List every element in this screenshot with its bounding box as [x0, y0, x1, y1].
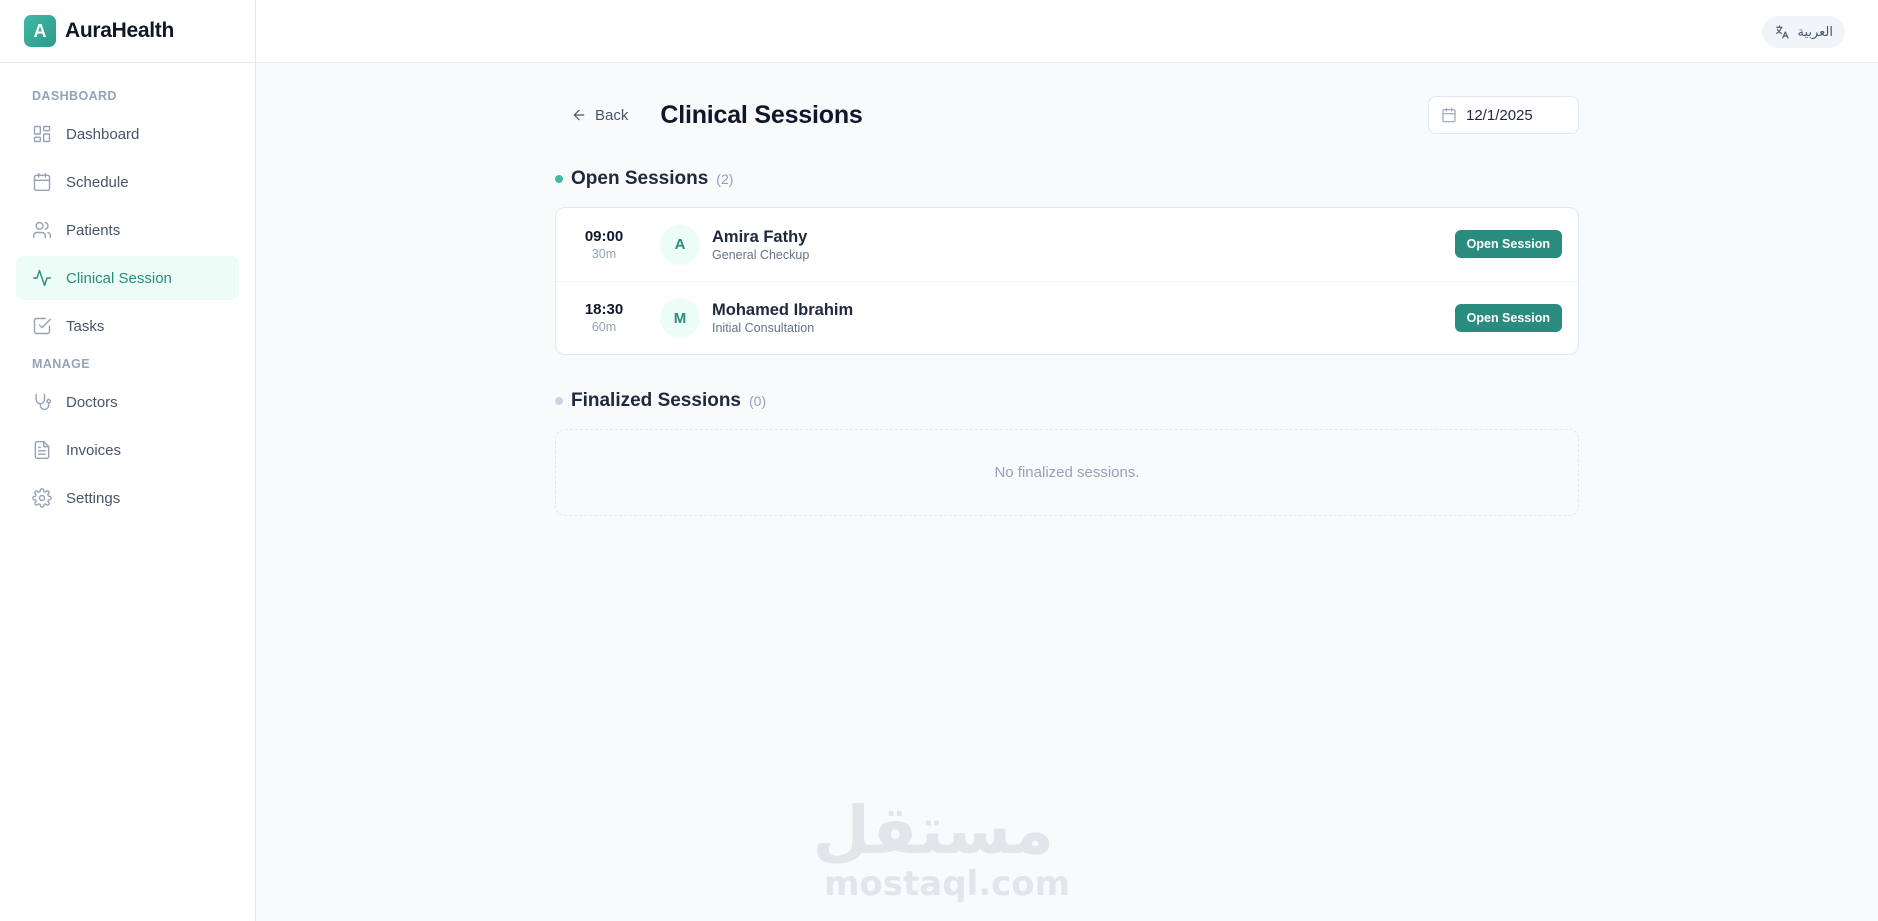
calendar-icon — [1442, 107, 1456, 123]
date-picker[interactable]: 12/1/2025 — [1428, 96, 1579, 134]
patient-name: Amira Fathy — [712, 227, 808, 246]
sidebar: A AuraHealth DASHBOARD Dashboard Schedul… — [0, 0, 256, 921]
session-time: 09:00 30m — [556, 228, 652, 262]
sidebar-item-dashboard[interactable]: Dashboard — [16, 112, 239, 156]
translate-icon — [1776, 25, 1790, 39]
stethoscope-icon — [35, 393, 52, 411]
date-value: 12/1/2025 — [1466, 106, 1533, 124]
sidebar-item-label: Doctors — [66, 393, 118, 411]
sidebar-item-label: Patients — [66, 221, 121, 239]
brand-logo: A — [24, 15, 56, 47]
time: 09:00 — [584, 227, 624, 245]
status-dot — [555, 175, 563, 183]
session-row: 09:00 30m A Amira Fathy General Checkup … — [556, 208, 1578, 281]
section-count: (0) — [749, 393, 767, 409]
checkbox-icon — [33, 317, 52, 335]
open-session-button[interactable]: Open Session — [1454, 304, 1562, 332]
duration: 30m — [591, 246, 617, 261]
watermark-latin: mostaql.com — [824, 864, 1071, 904]
language-toggle-button[interactable]: العربية — [1762, 16, 1845, 48]
arrow-left-icon — [573, 109, 585, 121]
patient-info: Mohamed Ibrahim Initial Consultation — [712, 300, 853, 336]
session-type: General Checkup — [712, 247, 810, 262]
section-title: Finalized Sessions — [571, 390, 741, 411]
sidebar-item-tasks[interactable]: Tasks — [16, 304, 239, 348]
page-title: Clinical Sessions — [660, 100, 863, 129]
patient-info: Amira Fathy General Checkup — [712, 227, 809, 263]
avatar: A — [660, 224, 700, 265]
avatar: M — [660, 298, 700, 338]
language-label: العربية — [1797, 24, 1833, 39]
sidebar-item-clinical-session[interactable]: Clinical Session — [16, 256, 239, 300]
sidebar-item-label: Schedule — [66, 173, 129, 191]
back-button[interactable]: Back — [571, 107, 628, 124]
sidebar-item-label: Clinical Session — [66, 269, 172, 287]
brand[interactable]: A AuraHealth — [0, 0, 255, 63]
empty-message: No finalized sessions. — [994, 464, 1140, 481]
sidebar-item-label: Dashboard — [66, 125, 140, 143]
sidebar-item-label: Invoices — [66, 441, 122, 459]
open-sessions-header: Open Sessions (2) — [555, 167, 1579, 191]
session-type: Initial Consultation — [712, 321, 815, 335]
file-text-icon — [34, 440, 50, 460]
sidebar-item-schedule[interactable]: Schedule — [16, 160, 239, 204]
nav-section-manage: MANAGE — [32, 357, 90, 371]
finalized-sessions-header: Finalized Sessions (0) — [555, 389, 1579, 413]
duration: 60m — [591, 320, 617, 334]
nav-section-dashboard: DASHBOARD — [32, 89, 117, 103]
users-icon — [32, 221, 52, 239]
activity-icon — [32, 269, 52, 287]
session-row: 18:30 60m M Mohamed Ibrahim Initial Cons… — [556, 281, 1578, 354]
sidebar-item-label: Tasks — [66, 317, 105, 335]
sidebar-item-doctors[interactable]: Doctors — [16, 380, 239, 424]
finalized-empty-state: No finalized sessions. — [555, 429, 1579, 516]
dashboard-icon — [33, 125, 51, 143]
sidebar-item-label: Settings — [66, 489, 121, 507]
status-dot — [555, 397, 563, 405]
open-session-button[interactable]: Open Session — [1454, 230, 1562, 258]
topbar: العربية — [256, 0, 1878, 63]
session-time: 18:30 60m — [556, 301, 652, 335]
patient-name: Mohamed Ibrahim — [712, 301, 854, 319]
open-sessions-list: 09:00 30m A Amira Fathy General Checkup … — [555, 207, 1579, 355]
calendar-icon — [33, 172, 51, 192]
time: 18:30 — [584, 301, 624, 318]
back-label: Back — [595, 106, 629, 124]
section-count: (2) — [716, 171, 734, 187]
page-header: Back Clinical Sessions 12/1/2025 — [555, 63, 1579, 167]
sidebar-item-invoices[interactable]: Invoices — [16, 428, 239, 472]
gear-icon — [32, 488, 52, 508]
watermark: مستقل mostaql.com — [812, 792, 1071, 904]
sidebar-item-patients[interactable]: Patients — [16, 208, 239, 252]
brand-name: AuraHealth — [65, 19, 175, 42]
main-content: Back Clinical Sessions 12/1/2025 Open Se… — [555, 63, 1579, 516]
section-title: Open Sessions — [571, 168, 709, 189]
sidebar-item-settings[interactable]: Settings — [16, 476, 239, 520]
watermark-arabic: مستقل — [812, 792, 1054, 869]
